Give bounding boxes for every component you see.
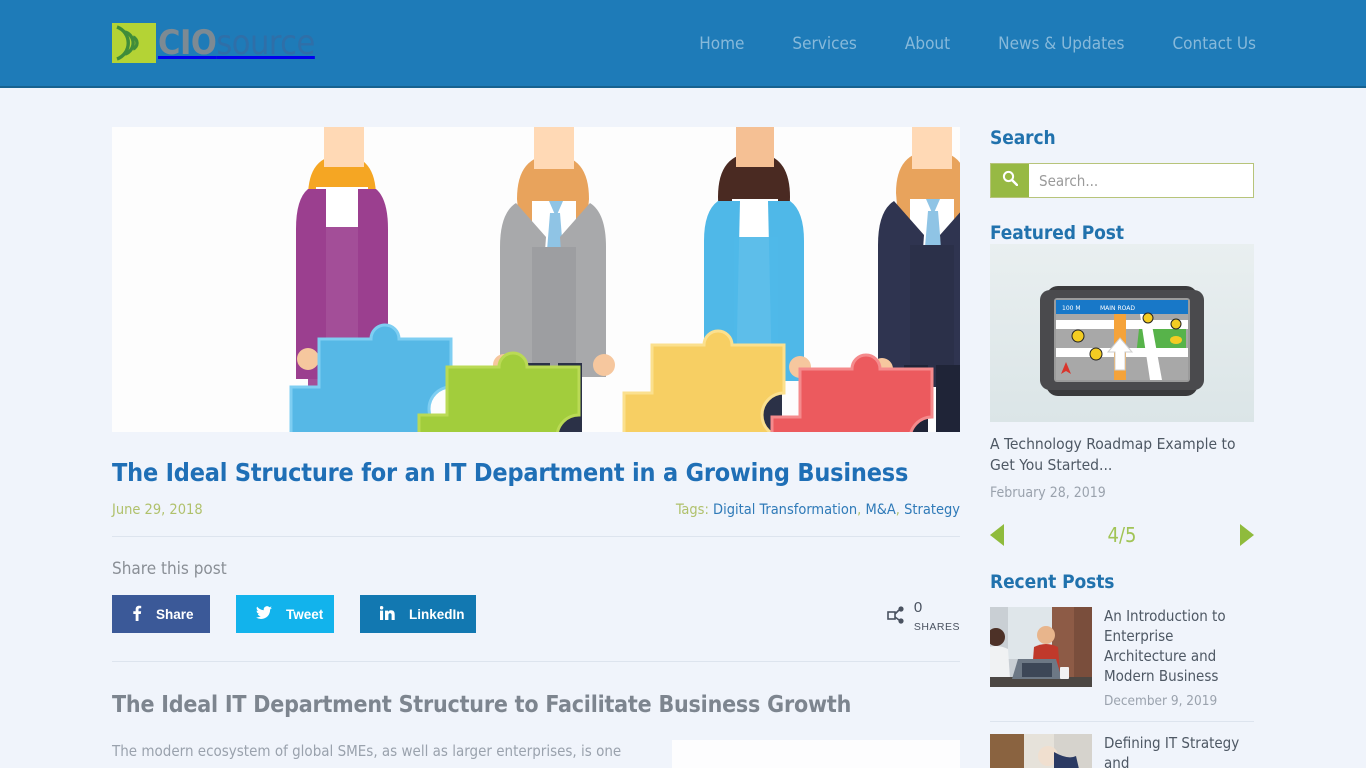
- post-hero-image: [112, 127, 960, 432]
- recent-post-title-1: An Introduction to Enterprise Architectu…: [1104, 606, 1226, 685]
- triangle-left-icon[interactable]: [990, 523, 1004, 546]
- share-count-number: 0: [913, 599, 923, 617]
- divider: [112, 536, 960, 538]
- recent-post-thumbnail-1: [990, 606, 1092, 687]
- sidebar-recent-title: Recent Posts: [990, 570, 1115, 593]
- recent-post-thumbnail-2: [990, 733, 1092, 768]
- twitter-icon: [256, 605, 272, 623]
- logo-text-secondary: source: [216, 23, 315, 63]
- article-inline-card: [672, 740, 960, 768]
- search-box: [990, 163, 1254, 198]
- nav-item-news-updates[interactable]: News & Updates: [974, 34, 1148, 54]
- recent-post-date-1: December 9, 2019: [1104, 692, 1218, 709]
- logo-text-primary: CIO: [158, 23, 217, 63]
- recent-post-title-2: Defining IT Strategy and: [1104, 733, 1240, 768]
- share-linkedin-button[interactable]: LinkedIn: [360, 595, 476, 634]
- featured-post-thumbnail[interactable]: 100 M MAIN ROAD: [990, 244, 1254, 422]
- concentric-arcs-logo-icon: [112, 23, 156, 63]
- tag-link-strategy[interactable]: Strategy: [904, 502, 960, 518]
- recent-post-item-1[interactable]: An Introduction to Enterprise Architectu…: [990, 606, 1254, 721]
- triangle-right-icon[interactable]: [1240, 523, 1254, 546]
- share-count: 0 SHARES: [886, 599, 960, 635]
- recent-post-item-2[interactable]: Defining IT Strategy and: [990, 720, 1254, 768]
- nav-item-home[interactable]: Home: [675, 34, 768, 54]
- post-tags: Tags: Digital Transformation, M&A, Strat…: [675, 502, 960, 519]
- share-facebook-button[interactable]: Share: [112, 595, 210, 634]
- site-logo[interactable]: CIOsource: [112, 23, 315, 63]
- search-input[interactable]: [1029, 164, 1253, 197]
- divider-below-share: [112, 661, 960, 663]
- sidebar-featured-title: Featured Post: [990, 222, 1124, 244]
- share-linkedin-label: LinkedIn: [409, 606, 465, 622]
- featured-pager-count: 4/5: [1107, 522, 1137, 547]
- share-facebook-label: Share: [156, 606, 194, 622]
- search-icon: [1002, 170, 1019, 191]
- sidebar: Search Featured Post: [990, 127, 1254, 768]
- svg-text:MAIN ROAD: MAIN ROAD: [1100, 305, 1135, 312]
- nav-item-services[interactable]: Services: [768, 34, 881, 54]
- facebook-icon: [132, 605, 142, 624]
- tag-link-digital-transformation[interactable]: Digital Transformation: [713, 502, 857, 518]
- nav-item-contact-us[interactable]: Contact Us: [1148, 34, 1256, 54]
- article-heading: The Ideal IT Department Structure to Fac…: [112, 692, 852, 719]
- linkedin-icon: [379, 605, 395, 623]
- post-date: June 29, 2018: [112, 502, 203, 519]
- featured-post-date: February 28, 2019: [990, 484, 1106, 501]
- share-count-label: SHARES: [913, 621, 960, 634]
- post-meta: June 29, 2018 Tags: Digital Transformati…: [112, 502, 960, 518]
- post-title: The Ideal Structure for an IT Department…: [112, 458, 909, 487]
- article-paragraph: The modern ecosystem of global SMEs, as …: [112, 742, 622, 768]
- page-layout: The Ideal Structure for an IT Department…: [0, 88, 1366, 768]
- share-twitter-label: Tweet: [286, 606, 324, 622]
- site-header: CIOsource Home Services About News & Upd…: [0, 0, 1366, 88]
- share-heading: Share this post: [112, 559, 227, 580]
- svg-text:100 M: 100 M: [1062, 305, 1081, 312]
- sidebar-search-title: Search: [990, 127, 1056, 149]
- featured-pager: 4/5: [990, 523, 1254, 547]
- share-twitter-button[interactable]: Tweet: [236, 595, 334, 634]
- search-button[interactable]: [991, 164, 1029, 197]
- share-section: Share this post Share Tweet LinkedIn 0 S…: [112, 559, 960, 635]
- share-nodes-icon: [886, 605, 906, 630]
- share-button-row: Share Tweet LinkedIn: [112, 595, 960, 634]
- main-navigation: Home Services About News & Updates Conta…: [675, 0, 1256, 88]
- tag-link-ma[interactable]: M&A: [865, 502, 895, 518]
- featured-post-title[interactable]: A Technology Roadmap Example to Get You …: [990, 434, 1254, 476]
- tags-label: Tags:: [675, 502, 709, 519]
- article-body: The modern ecosystem of global SMEs, as …: [112, 740, 960, 768]
- main-content: The Ideal Structure for an IT Department…: [112, 127, 960, 768]
- nav-item-about[interactable]: About: [881, 34, 974, 54]
- recent-posts-list: An Introduction to Enterprise Architectu…: [990, 606, 1254, 768]
